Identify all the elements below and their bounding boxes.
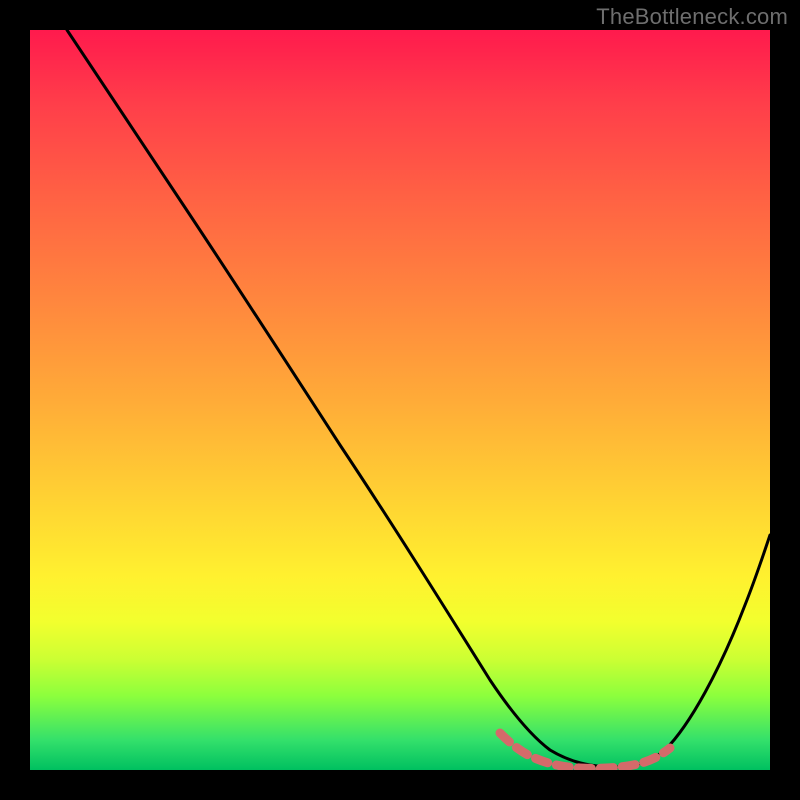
chart-svg — [30, 30, 770, 770]
curve-main — [67, 30, 770, 767]
watermark-text: TheBottleneck.com — [596, 4, 788, 30]
chart-frame: TheBottleneck.com — [0, 0, 800, 800]
curve-highlight — [500, 733, 670, 768]
plot-area — [30, 30, 770, 770]
